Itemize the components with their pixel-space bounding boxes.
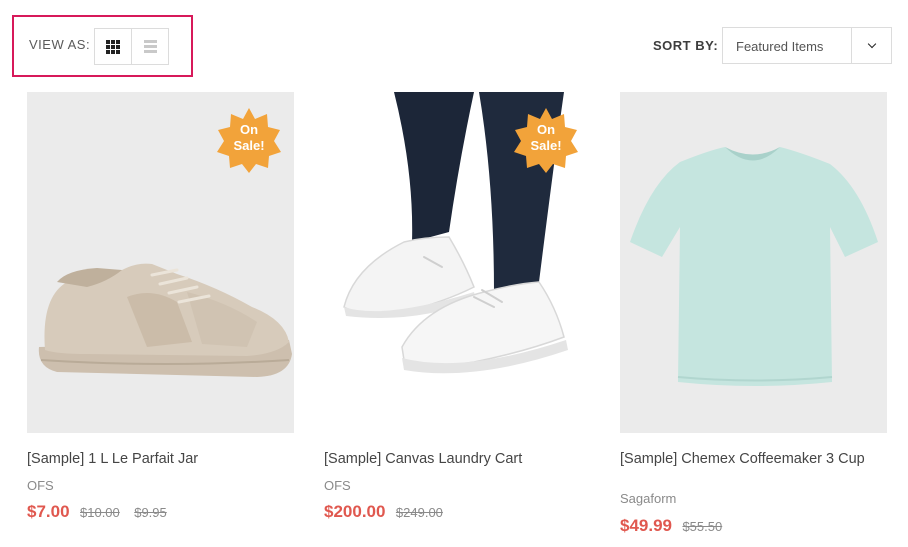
original-price: $249.00 — [395, 505, 443, 520]
product-brand: OFS — [27, 478, 54, 493]
product-brand: OFS — [324, 478, 351, 493]
view-as-label: VIEW AS: — [29, 37, 91, 52]
grid-icon — [106, 39, 120, 54]
on-sale-text: On Sale! — [233, 122, 265, 153]
sort-by-select[interactable]: Featured Items — [722, 27, 892, 64]
sort-by-label: SORT BY: — [653, 38, 719, 53]
product-image-sneaker[interactable]: On Sale! — [27, 92, 294, 433]
original-price: $10.00 — [80, 505, 120, 520]
sale-price: $49.99 — [620, 516, 672, 535]
product-card: On Sale! [Sample] Canvas Laundry Cart OFS… — [324, 92, 591, 521]
product-card: On Sale! [Sample] 1 L Le Parfait Jar OFS … — [27, 92, 294, 521]
sort-selected-value: Featured Items — [736, 39, 824, 54]
price-row: $49.99 $55.50 — [620, 516, 732, 536]
product-brand: Sagaform — [620, 491, 677, 506]
list-view-button[interactable] — [131, 28, 169, 65]
list-icon — [143, 40, 157, 53]
product-toolbar: VIEW AS: SORT BY: Featured Items — [0, 0, 908, 92]
on-sale-badge: On Sale! — [512, 106, 580, 174]
sale-price: $200.00 — [324, 502, 386, 521]
view-as-group: VIEW AS: — [12, 15, 193, 77]
original-price: $55.50 — [682, 519, 723, 534]
product-title[interactable]: [Sample] Canvas Laundry Cart — [324, 449, 574, 469]
product-title[interactable]: [Sample] 1 L Le Parfait Jar — [27, 449, 277, 469]
product-image-sneakers-on-feet[interactable]: On Sale! — [324, 92, 591, 433]
chevron-down-icon — [867, 39, 877, 49]
product-title[interactable]: [Sample] Chemex Coffeemaker 3 Cup — [620, 449, 870, 469]
product-image-t-shirt[interactable] — [620, 92, 887, 433]
sale-price: $7.00 — [27, 502, 70, 521]
on-sale-text: On Sale! — [530, 122, 562, 153]
product-card: [Sample] Chemex Coffeemaker 3 Cup Sagafo… — [620, 92, 887, 535]
retail-price: $9.95 — [134, 505, 167, 520]
sort-divider — [851, 28, 852, 63]
on-sale-badge: On Sale! — [215, 106, 283, 174]
price-row: $7.00 $10.00 $9.95 — [27, 502, 177, 522]
price-row: $200.00 $249.00 — [324, 502, 453, 522]
grid-view-button[interactable] — [94, 28, 132, 65]
